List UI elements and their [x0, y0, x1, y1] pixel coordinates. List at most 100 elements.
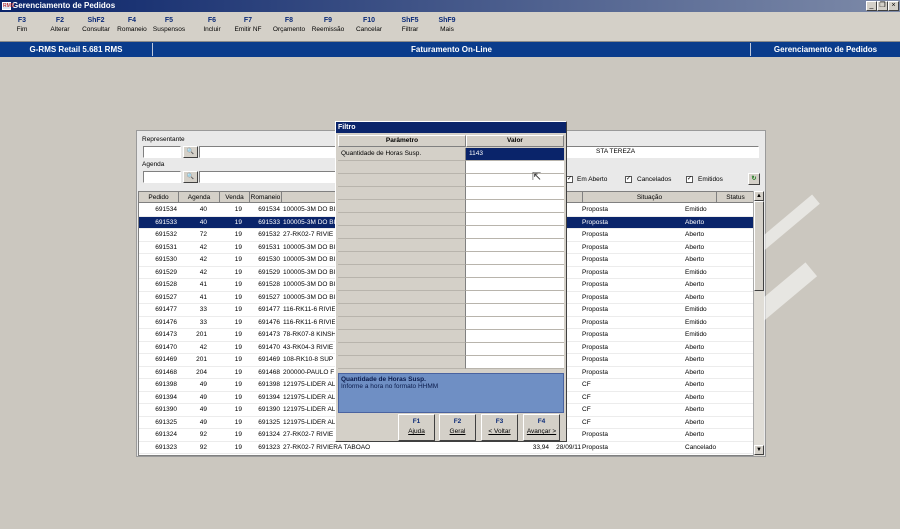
table-cell: 49 [199, 393, 207, 401]
table-cell: Proposta [582, 356, 609, 363]
table-cell: CF [582, 381, 591, 388]
table-row[interactable]: 691323 92 19 691323 27-RK02-7 RIVIERA TABOAO… [139, 442, 753, 454]
param-row[interactable] [338, 187, 564, 200]
agenda-input[interactable] [143, 171, 181, 183]
param-name-cell [338, 356, 466, 369]
param-row[interactable]: Quantidade de Horas Susp. 1143 [338, 148, 564, 161]
param-row[interactable] [338, 226, 564, 239]
table-cell: 691325 [155, 418, 177, 426]
column-header-situacao[interactable]: Situação [582, 192, 717, 203]
toolbar-button-or-amento[interactable]: F8 Orçamento [272, 16, 306, 34]
param-row[interactable] [338, 343, 564, 356]
column-header-status[interactable]: Status [717, 192, 753, 203]
table-cell: 691532 [155, 231, 177, 238]
param-value-cell[interactable]: 1143 [466, 148, 564, 161]
toolbar-button-romaneio[interactable]: F4 Romaneio [115, 16, 149, 34]
table-cell: 40 [199, 218, 207, 226]
param-row[interactable] [338, 265, 564, 278]
scroll-up-icon[interactable]: ▲ [754, 191, 764, 201]
table-cell: 19 [234, 343, 242, 351]
param-row[interactable] [338, 304, 564, 317]
table-cell: 691528 [258, 281, 280, 288]
toolbar-button-consultar[interactable]: ShF2 Consultar [79, 16, 113, 34]
toolbar-button-mais[interactable]: ShF9 Mais [430, 16, 464, 34]
param-row[interactable] [338, 200, 564, 213]
param-row[interactable] [338, 213, 564, 226]
param-row[interactable] [338, 317, 564, 330]
column-header-romaneio[interactable]: Romaneio [250, 192, 282, 203]
param-row[interactable] [338, 278, 564, 291]
param-row[interactable] [338, 291, 564, 304]
param-value-cell [466, 343, 564, 356]
table-cell: 41 [199, 293, 207, 301]
table-cell: 19 [234, 318, 242, 326]
dialog-button-f1[interactable]: F1 Ajuda [398, 414, 435, 441]
toolbar-label: Consultar [82, 26, 110, 33]
table-cell: 691470 [155, 343, 177, 351]
toolbar-button-cancelar[interactable]: F10 Cancelar [352, 16, 386, 34]
table-cell: CF [582, 406, 591, 413]
toolbar-button-emitir-nf[interactable]: F7 Emitir NF [231, 16, 265, 34]
param-name-cell [338, 278, 466, 291]
binoculars-icon[interactable]: 🔍 [183, 171, 198, 183]
table-cell: Emitido [685, 268, 707, 276]
table-cell: Aberto [685, 293, 705, 301]
column-header-venda[interactable]: Venda [220, 192, 250, 203]
scroll-down-icon[interactable]: ▼ [754, 445, 764, 455]
param-row[interactable] [338, 356, 564, 369]
toolbar-button-fim[interactable]: F3 Fim [5, 16, 39, 34]
param-row[interactable] [338, 330, 564, 343]
table-cell: 691468 [155, 368, 177, 376]
toolbar-button-alterar[interactable]: F2 Alterar [43, 16, 77, 34]
emitidos-checkbox[interactable]: ✓ [686, 176, 693, 183]
restore-icon[interactable]: ❐ [877, 1, 888, 11]
toolbar-label: Orçamento [272, 26, 306, 33]
dialog-button-f2[interactable]: F2 Geral [439, 414, 476, 441]
param-row[interactable] [338, 161, 564, 174]
param-row[interactable] [338, 252, 564, 265]
param-name-cell [338, 265, 466, 278]
toolbar-button-suspensos[interactable]: F5 Suspensos [152, 16, 186, 34]
close-icon[interactable]: × [888, 1, 899, 11]
value-column-header: Valor [466, 135, 564, 147]
toolbar-key: F10 [362, 17, 376, 24]
toolbar-button-reemiss-o[interactable]: F9 Reemissão [311, 16, 345, 34]
table-cell: Aberto [685, 281, 705, 288]
table-cell: 28/09/11 [556, 443, 581, 451]
representante-input[interactable] [143, 146, 181, 158]
dialog-title: Filtro [336, 122, 566, 133]
scroll-thumb[interactable] [754, 201, 764, 291]
table-cell: 19 [234, 268, 242, 276]
table-cell: 691469 [258, 356, 280, 363]
toolbar-label: Reemissão [311, 26, 345, 33]
dialog-button-f4[interactable]: F4 Avançar > [523, 414, 560, 441]
table-cell: 691533 [258, 218, 280, 226]
toolbar-button-incluir[interactable]: F6 Incluir [195, 16, 229, 34]
agenda-label: Agenda [142, 161, 165, 168]
param-value-cell [466, 174, 564, 187]
table-cell: 691398 [155, 381, 177, 388]
table-cell: 40 [199, 206, 207, 213]
table-cell: Proposta [582, 281, 609, 288]
column-header-pedido[interactable]: Pedido [139, 192, 179, 203]
em-aberto-checkbox[interactable]: ✓ [566, 176, 573, 183]
param-column-header: Parâmetro [338, 135, 466, 147]
minimize-icon[interactable]: _ [866, 1, 877, 11]
param-row[interactable] [338, 239, 564, 252]
param-name-cell [338, 291, 466, 304]
toolbar-key: ShF5 [401, 17, 419, 24]
param-row[interactable] [338, 174, 564, 187]
toolbar-button-filtrar[interactable]: ShF5 Filtrar [393, 16, 427, 34]
param-value-cell [466, 161, 564, 174]
toolbar-label: Cancelar [355, 26, 382, 33]
binoculars-icon[interactable]: 🔍 [183, 146, 198, 158]
vertical-scrollbar[interactable]: ▲ ▼ [753, 191, 764, 456]
column-header-agenda[interactable]: Agenda [179, 192, 220, 203]
dialog-button-f3[interactable]: F3 < Voltar [481, 414, 518, 441]
table-cell: Aberto [685, 231, 705, 238]
refresh-icon[interactable]: ↻ [748, 173, 760, 185]
cancelados-checkbox[interactable]: ✓ [625, 176, 632, 183]
param-value-cell [466, 226, 564, 239]
table-cell: 72 [199, 231, 207, 238]
table-cell: Proposta [582, 231, 609, 238]
